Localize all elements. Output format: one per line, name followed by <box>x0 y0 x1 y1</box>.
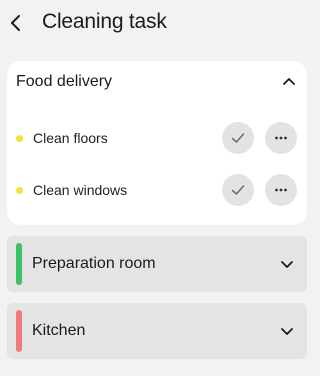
app-header: Cleaning task <box>0 0 314 46</box>
task-row: Clean floors <box>7 121 307 155</box>
section-color-bar <box>16 243 22 285</box>
task-label: Clean windows <box>33 182 128 198</box>
check-icon <box>231 185 245 195</box>
section-title: Kitchen <box>32 322 86 339</box>
more-horizontal-icon <box>275 188 287 192</box>
chevron-up-icon <box>283 78 295 85</box>
status-dot <box>16 187 23 194</box>
status-dot <box>16 135 23 142</box>
chevron-down-icon <box>281 328 293 335</box>
section-title: Food delivery <box>16 73 113 90</box>
check-icon <box>231 133 245 143</box>
page-title: Cleaning task <box>42 10 167 33</box>
complete-task-button[interactable] <box>222 174 254 206</box>
chevron-down-icon <box>281 261 293 268</box>
section-kitchen[interactable]: Kitchen <box>7 303 307 359</box>
back-button[interactable] <box>4 9 28 37</box>
chevron-left-icon <box>11 15 20 31</box>
more-horizontal-icon <box>275 136 287 140</box>
section-preparation-room[interactable]: Preparation room <box>7 236 307 292</box>
task-more-button[interactable] <box>265 122 297 154</box>
section-food-delivery: Food delivery Clean floors Clean windows <box>7 61 307 225</box>
section-header-food-delivery[interactable]: Food delivery <box>7 61 307 103</box>
section-title: Preparation room <box>32 255 156 272</box>
section-color-bar <box>16 310 22 352</box>
complete-task-button[interactable] <box>222 122 254 154</box>
task-label: Clean floors <box>33 130 108 146</box>
task-row: Clean windows <box>7 173 307 207</box>
task-more-button[interactable] <box>265 174 297 206</box>
